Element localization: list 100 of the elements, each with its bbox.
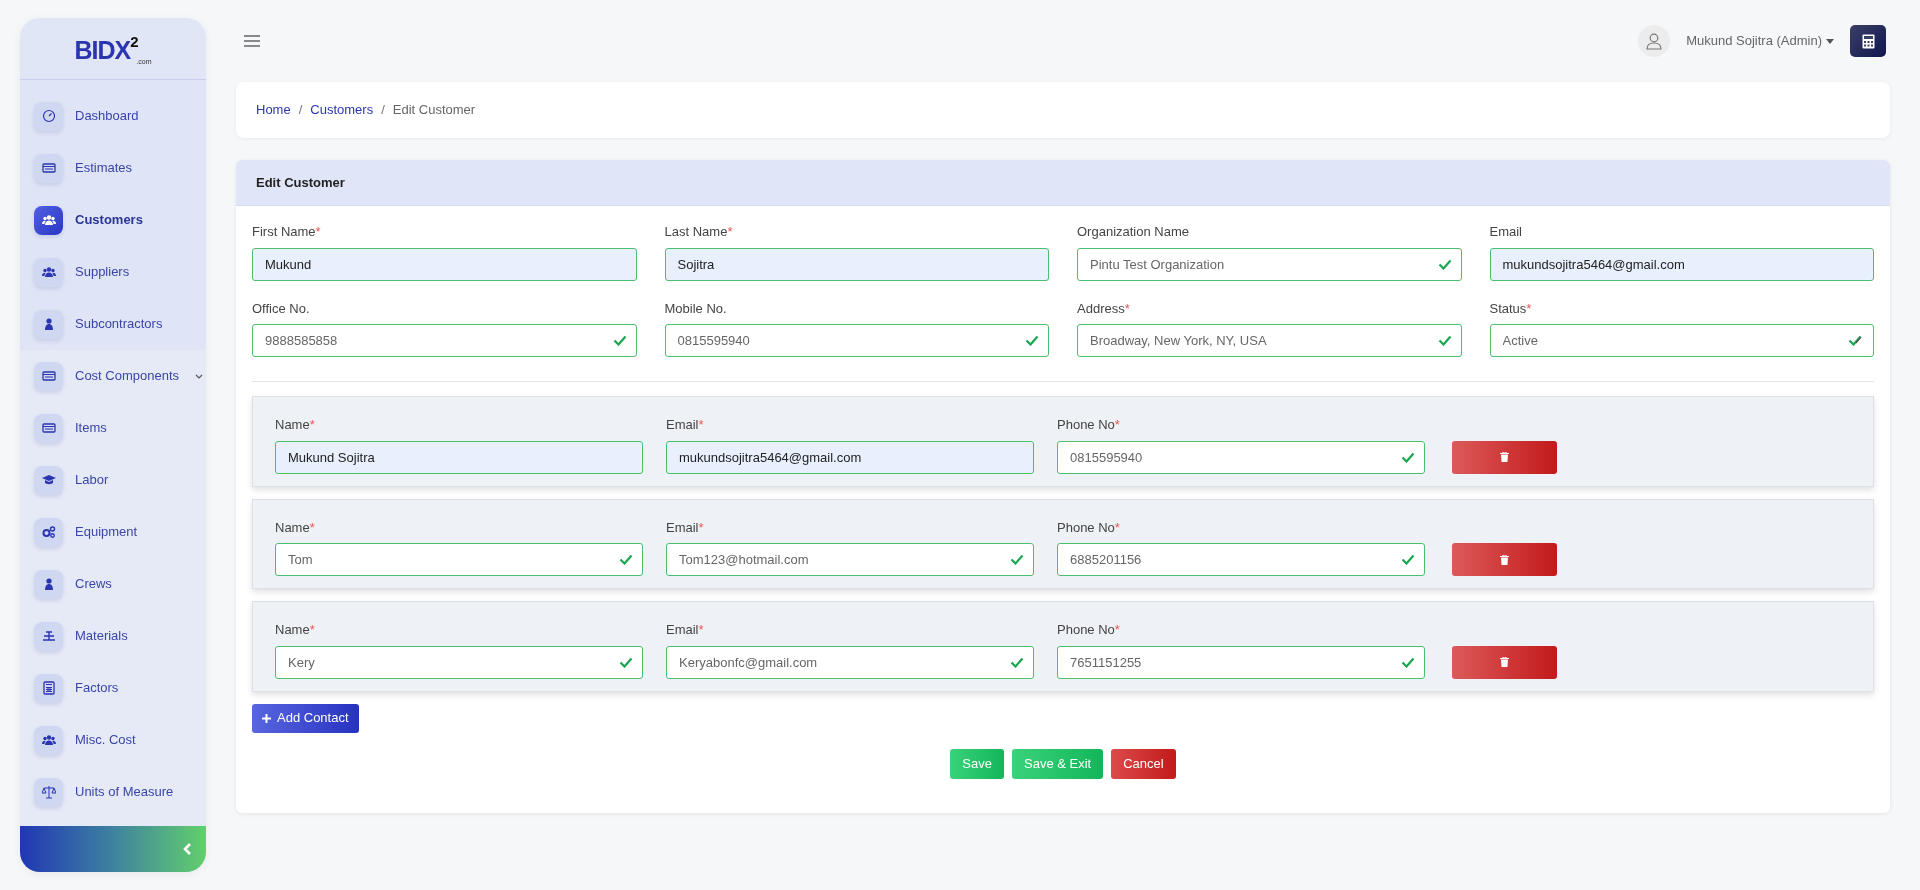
required-mark: * xyxy=(1114,621,1120,639)
field-label: First Name xyxy=(252,223,316,241)
sidebar-item[interactable]: Equipment xyxy=(20,506,206,558)
input-field[interactable]: 6885201156 xyxy=(1057,543,1425,576)
sidebar-item[interactable]: Cost Components xyxy=(20,350,206,402)
check-icon xyxy=(1010,554,1024,565)
sidebar-item[interactable]: Misc. Cost xyxy=(20,714,206,766)
trash-icon xyxy=(1500,452,1509,462)
double-check-icon xyxy=(1848,335,1864,346)
input-field[interactable]: Keryabonfc@gmail.com xyxy=(666,645,1034,679)
delete-button[interactable] xyxy=(1452,645,1557,679)
input-field[interactable]: 7651151255 xyxy=(1057,645,1425,679)
input-field[interactable]: Mukund Sojitra xyxy=(275,440,643,474)
input-field[interactable]: Tom xyxy=(275,543,643,576)
person-icon xyxy=(34,569,63,599)
required-mark: * xyxy=(1526,299,1532,318)
sidebar-item[interactable]: Labor xyxy=(20,454,206,506)
scales-icon xyxy=(34,777,63,807)
delete-button[interactable] xyxy=(1452,543,1557,576)
status-select[interactable]: Active xyxy=(1489,324,1874,357)
gauge-icon xyxy=(34,101,63,131)
required-mark: * xyxy=(1114,416,1120,434)
sidebar-item[interactable]: Factors xyxy=(20,662,206,714)
input-field[interactable]: mukundsojitra5464@gmail.com xyxy=(1489,247,1874,281)
required-mark: * xyxy=(698,518,704,537)
sidebar-item[interactable]: Materials xyxy=(20,610,206,662)
field-label: Name xyxy=(275,518,310,537)
required-mark: * xyxy=(1114,518,1120,537)
input-field[interactable]: 0815595940 xyxy=(1057,440,1425,474)
field-label: Email xyxy=(666,518,699,537)
sidebar-item[interactable]: Customers xyxy=(20,194,206,246)
sidebar-item[interactable]: Subcontractors xyxy=(20,298,206,350)
sidebar-item[interactable]: Estimates xyxy=(20,142,206,194)
trash-icon xyxy=(1500,554,1509,565)
field-label: Address xyxy=(1077,299,1125,318)
check-icon xyxy=(1401,451,1415,463)
check-icon xyxy=(619,656,633,668)
input-field[interactable]: 0815595940 xyxy=(664,324,1049,357)
check-icon xyxy=(619,554,633,565)
check-icon xyxy=(612,335,627,346)
person-icon xyxy=(34,309,63,339)
input-field[interactable]: 9888585858 xyxy=(252,324,637,357)
check-icon xyxy=(1437,335,1452,346)
field-label: Name xyxy=(275,621,310,639)
delete-button[interactable] xyxy=(1452,440,1557,474)
input-field[interactable]: Kery xyxy=(275,645,643,679)
required-mark: * xyxy=(698,621,704,639)
window-icon xyxy=(34,413,63,443)
field-label: Email xyxy=(1489,223,1522,241)
required-mark: * xyxy=(1124,299,1130,318)
card-title: Edit Customer xyxy=(236,160,1890,206)
field-label: Email xyxy=(666,416,699,434)
collapse-bar[interactable] xyxy=(20,826,206,872)
input-field[interactable]: Pintu Test Organization xyxy=(1077,247,1462,281)
breadcrumb-link[interactable]: Home xyxy=(256,100,291,120)
people-icon xyxy=(34,205,63,235)
check-icon xyxy=(1437,258,1452,270)
check-icon xyxy=(1401,656,1415,668)
check-icon xyxy=(1010,656,1024,668)
required-mark: * xyxy=(698,416,704,434)
input-field[interactable]: Broadway, New York, NY, USA xyxy=(1077,324,1462,357)
cancel-button[interactable]: Cancel xyxy=(1111,748,1176,779)
trash-icon xyxy=(1500,657,1509,667)
gears-icon xyxy=(34,517,63,547)
sidebar-item[interactable]: Units of Measure xyxy=(20,766,206,818)
calculator-icon xyxy=(34,673,63,703)
field-label: Mobile No. xyxy=(664,299,727,318)
field-label: Phone No xyxy=(1057,518,1115,537)
field-label: Phone No xyxy=(1057,416,1115,434)
chevron-left-icon xyxy=(182,842,192,856)
sidebar-item[interactable]: Items xyxy=(20,402,206,454)
input-field[interactable]: Tom123@hotmail.com xyxy=(666,543,1034,576)
check-icon xyxy=(1401,554,1415,565)
user-menu[interactable]: Mukund Sojitra (Admin) xyxy=(1686,31,1834,51)
sidebar-item[interactable]: Suppliers xyxy=(20,246,206,298)
field-label: Phone No xyxy=(1057,621,1115,639)
calculator-icon[interactable] xyxy=(1850,25,1886,57)
menu-icon[interactable] xyxy=(244,35,260,47)
avatar-icon xyxy=(1638,25,1671,57)
breadcrumb-current: Edit Customer xyxy=(392,101,476,120)
breadcrumb-separator: / xyxy=(381,101,385,120)
breadcrumb-separator: / xyxy=(298,101,303,120)
input-field[interactable]: mukundsojitra5464@gmail.com xyxy=(666,440,1034,474)
graduation-cap-icon xyxy=(34,465,63,495)
input-field[interactable]: Mukund xyxy=(252,247,637,281)
people-icon xyxy=(34,257,63,287)
required-mark: * xyxy=(727,223,733,241)
field-label: Name xyxy=(275,416,310,434)
breadcrumb-link[interactable]: Customers xyxy=(310,100,374,120)
add-contact-button[interactable]: Add Contact xyxy=(252,703,359,733)
required-mark: * xyxy=(315,223,321,241)
sidebar-item[interactable]: Crews xyxy=(20,558,206,610)
people-icon xyxy=(34,725,63,755)
required-mark: * xyxy=(309,621,315,639)
field-label: Status xyxy=(1489,299,1527,318)
sidebar-item[interactable]: Dashboard xyxy=(20,90,206,142)
field-label: Last Name xyxy=(664,223,728,241)
input-field[interactable]: Sojitra xyxy=(664,247,1049,281)
field-label: Email xyxy=(666,621,699,639)
required-mark: * xyxy=(309,416,315,434)
